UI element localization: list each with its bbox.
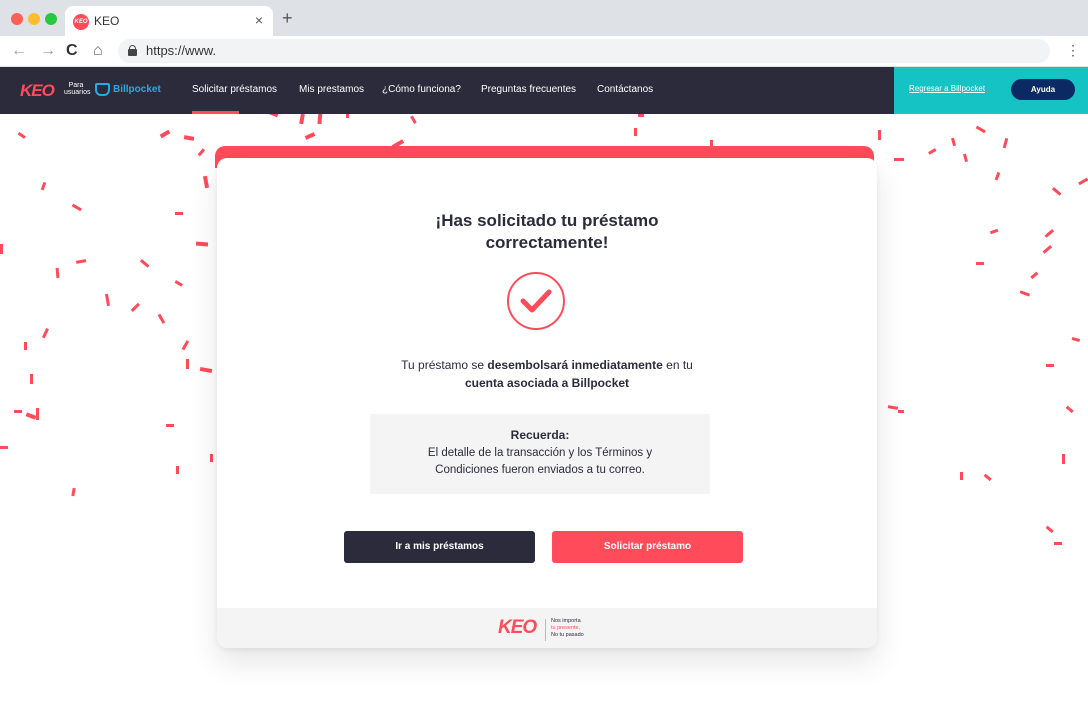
solicitar-prestamo-button[interactable]: Solicitar préstamo (552, 531, 743, 563)
keo-logo: KEO (20, 81, 55, 100)
lock-icon (128, 45, 137, 56)
msg-bold-2: cuenta asociada a Billpocket (464, 376, 630, 390)
home-icon[interactable]: ⌂ (93, 42, 103, 60)
ir-mis-prestamos-button[interactable]: Ir a mis préstamos (344, 531, 535, 563)
title-line-2: correctamente! (485, 233, 609, 252)
window-minimize-control[interactable] (28, 13, 40, 25)
regresar-billpocket-link[interactable]: Regresar a Billpocket (909, 84, 985, 93)
url-input[interactable]: https://www. (118, 39, 1050, 63)
new-tab-button[interactable]: + (282, 9, 293, 27)
browser-tab-bar: KEO KEO × + (0, 0, 1088, 36)
ayuda-button[interactable]: Ayuda (1011, 79, 1075, 100)
window-maximize-control[interactable] (45, 13, 57, 25)
tagline-2: tu presente, (551, 625, 581, 631)
footer-divider (545, 619, 546, 641)
back-arrow-icon[interactable]: ← (11, 42, 27, 60)
billpocket-logo: Billpocket (113, 84, 161, 95)
success-title: ¡Has solicitado tu préstamo correctament… (217, 210, 877, 254)
keo-favicon-icon: KEO (73, 14, 89, 30)
msg-text-1: Tu préstamo se (401, 358, 488, 372)
brand-subtitle: Para usuarios (64, 82, 91, 96)
nav-preguntas-frecuentes[interactable]: Preguntas frecuentes (481, 84, 576, 95)
card-footer: KEO Nos importa tu presente, No tu pasad… (217, 608, 877, 648)
reload-icon[interactable]: C (66, 42, 78, 60)
url-text: https://www. (146, 43, 217, 58)
reminder-text: El detalle de la transacción y los Térmi… (370, 445, 710, 479)
billpocket-icon (95, 83, 110, 96)
msg-text-2: en tu (662, 358, 693, 372)
tagline-3: No tu pasado (551, 632, 584, 638)
reminder-line-2: Condiciones fueron enviados a tu correo. (435, 464, 645, 476)
msg-bold-1: desembolsará inmediatamente (487, 358, 663, 372)
reminder-title: Recuerda: (510, 428, 570, 442)
tagline-1: Nos importa (551, 618, 581, 624)
footer-tagline: Nos importa tu presente, No tu pasado (551, 618, 584, 639)
nav-mis-prestamos[interactable]: Mis prestamos (299, 84, 364, 95)
nav-como-funciona[interactable]: ¿Cómo funciona? (382, 84, 461, 95)
nav-contactanos[interactable]: Contáctanos (597, 84, 653, 95)
nav-right-panel: Regresar a Billpocket Ayuda (894, 67, 1088, 114)
success-check-icon (507, 272, 565, 330)
success-card: ¡Has solicitado tu préstamo correctament… (217, 158, 877, 648)
browser-address-bar: ← → C ⌂ https://www. ⋮ (0, 36, 1088, 67)
site-navbar: KEO Para usuarios Billpocket Solicitar p… (0, 67, 1088, 114)
browser-menu-icon[interactable]: ⋮ (1066, 43, 1080, 57)
success-message: Tu préstamo se desembolsará inmediatamen… (217, 356, 877, 392)
reminder-line-1: El detalle de la transacción y los Térmi… (427, 447, 653, 459)
footer-keo-logo: KEO (498, 617, 537, 638)
nav-solicitar-prestamos[interactable]: Solicitar préstamos (192, 84, 277, 95)
title-line-1: ¡Has solicitado tu préstamo (435, 211, 659, 230)
window-close-control[interactable] (11, 13, 23, 25)
reminder-box: Recuerda: El detalle de la transacción y… (370, 414, 710, 494)
browser-tab[interactable]: KEO KEO × (65, 6, 273, 36)
forward-arrow-icon[interactable]: → (40, 42, 56, 60)
tab-close-icon[interactable]: × (255, 12, 263, 28)
tab-title: KEO (94, 14, 120, 28)
